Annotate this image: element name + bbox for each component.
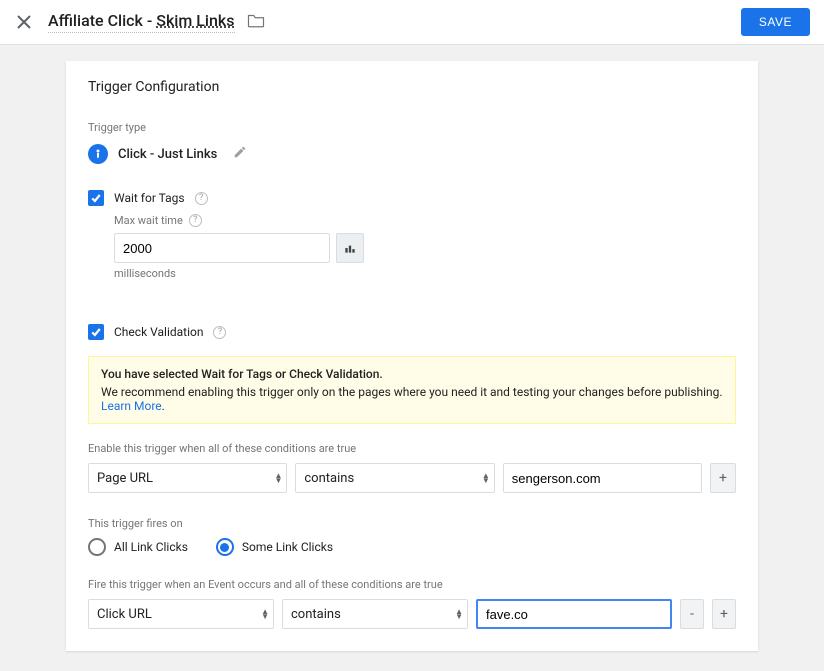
save-button[interactable]: SAVE xyxy=(741,8,810,36)
check-validation-row: Check Validation ? xyxy=(88,324,736,340)
edit-trigger-type-icon[interactable] xyxy=(233,145,247,163)
enable-variable-value: Page URL xyxy=(97,471,153,486)
max-wait-help-icon[interactable]: ? xyxy=(189,214,202,227)
enable-operator-select[interactable]: contains ▲▼ xyxy=(295,463,494,493)
learn-more-link[interactable]: Learn More xyxy=(101,399,162,413)
check-validation-checkbox[interactable] xyxy=(88,324,104,340)
wait-for-tags-label: Wait for Tags xyxy=(114,191,185,205)
enable-operator-value: contains xyxy=(304,471,354,486)
radio-checked-icon xyxy=(216,538,234,556)
trigger-type-row: Click - Just Links xyxy=(88,144,736,164)
variable-picker-button[interactable] xyxy=(336,233,364,263)
fires-on-row: All Link Clicks Some Link Clicks xyxy=(88,538,736,556)
fire-operator-value: contains xyxy=(291,607,341,622)
link-click-icon xyxy=(88,144,108,164)
max-wait-label: Max wait time xyxy=(114,214,183,227)
fire-operator-select[interactable]: contains ▲▼ xyxy=(282,599,468,629)
page-title[interactable]: Affiliate Click - Skim Links xyxy=(48,11,235,33)
some-link-clicks-radio[interactable]: Some Link Clicks xyxy=(216,538,333,556)
wait-for-tags-row: Wait for Tags ? xyxy=(88,190,736,206)
max-wait-input[interactable] xyxy=(114,233,330,263)
page-background: Trigger Configuration Trigger type Click… xyxy=(0,45,824,671)
add-fire-condition-button[interactable]: + xyxy=(712,599,736,629)
top-bar: Affiliate Click - Skim Links SAVE xyxy=(0,0,824,45)
check-validation-label: Check Validation xyxy=(114,325,203,339)
enable-conditions-label: Enable this trigger when all of these co… xyxy=(88,442,736,455)
all-link-clicks-radio[interactable]: All Link Clicks xyxy=(88,538,188,556)
trigger-type-label: Trigger type xyxy=(88,121,736,134)
wait-sub-block: Max wait time ? milliseconds xyxy=(114,214,736,280)
max-wait-label-row: Max wait time ? xyxy=(114,214,736,227)
radio-unchecked-icon xyxy=(88,538,106,556)
enable-variable-select[interactable]: Page URL ▲▼ xyxy=(88,463,287,493)
fire-variable-select[interactable]: Click URL ▲▼ xyxy=(88,599,274,629)
wait-for-tags-help-icon[interactable]: ? xyxy=(195,192,208,205)
card-heading: Trigger Configuration xyxy=(88,79,736,95)
fire-condition-row: Click URL ▲▼ contains ▲▼ - + xyxy=(88,599,736,629)
enable-condition-row: Page URL ▲▼ contains ▲▼ + xyxy=(88,463,736,493)
fire-value-input[interactable] xyxy=(476,599,672,629)
info-text: We recommend enabling this trigger only … xyxy=(101,385,723,399)
fires-on-label: This trigger fires on xyxy=(88,517,736,530)
folder-icon[interactable] xyxy=(247,12,265,32)
all-link-clicks-label: All Link Clicks xyxy=(114,540,188,554)
fire-when-label: Fire this trigger when an Event occurs a… xyxy=(88,578,736,591)
close-icon[interactable] xyxy=(14,12,34,32)
add-enable-condition-button[interactable]: + xyxy=(710,463,736,493)
check-validation-help-icon[interactable]: ? xyxy=(213,326,226,339)
trigger-type-name: Click - Just Links xyxy=(118,147,217,162)
some-link-clicks-label: Some Link Clicks xyxy=(242,540,333,554)
trigger-card: Trigger Configuration Trigger type Click… xyxy=(66,61,758,651)
fire-variable-value: Click URL xyxy=(97,607,152,622)
wait-for-tags-checkbox[interactable] xyxy=(88,190,104,206)
enable-value-input[interactable] xyxy=(503,463,702,493)
remove-fire-condition-button[interactable]: - xyxy=(680,599,704,629)
title-linked: Skim Links xyxy=(156,11,234,30)
max-wait-units: milliseconds xyxy=(114,267,736,280)
info-bold: You have selected Wait for Tags or Check… xyxy=(101,367,723,381)
info-banner: You have selected Wait for Tags or Check… xyxy=(88,356,736,424)
title-prefix: Affiliate Click - xyxy=(48,11,156,30)
